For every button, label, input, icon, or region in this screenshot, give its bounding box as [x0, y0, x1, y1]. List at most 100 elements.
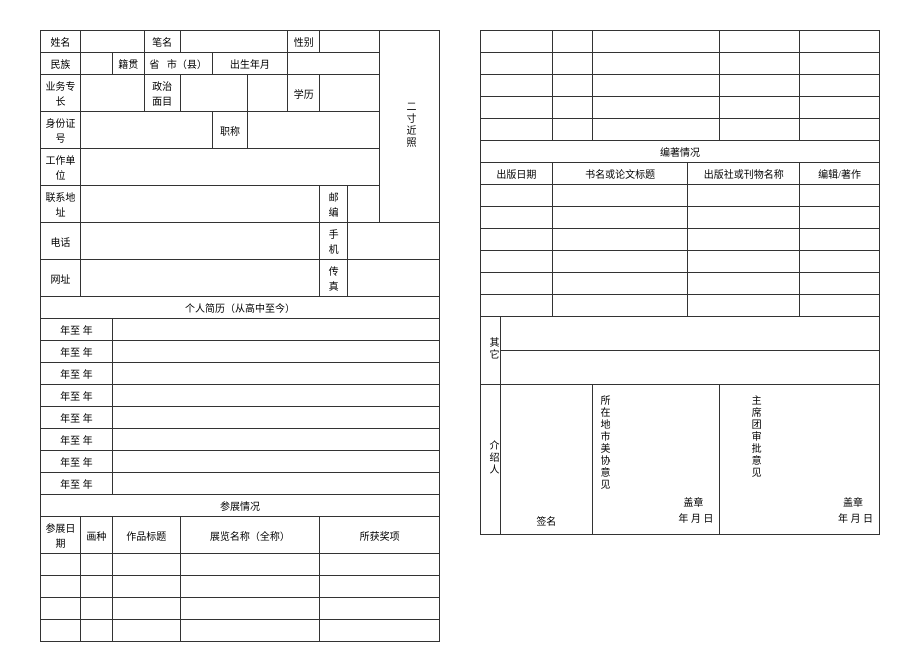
cont-cell[interactable]	[800, 75, 880, 97]
pub-cell[interactable]	[688, 273, 800, 295]
cont-cell[interactable]	[800, 53, 880, 75]
field-ethnicity[interactable]	[80, 53, 112, 75]
pub-cell[interactable]	[552, 229, 688, 251]
cont-cell[interactable]	[552, 119, 592, 141]
pub-cell[interactable]	[688, 185, 800, 207]
field-fax[interactable]	[348, 260, 440, 297]
cont-cell[interactable]	[592, 31, 720, 53]
exhibit-cell[interactable]	[80, 576, 112, 598]
resume-year[interactable]: 年至 年	[41, 363, 113, 385]
pub-cell[interactable]	[688, 251, 800, 273]
resume-year[interactable]: 年至 年	[41, 407, 113, 429]
field-birth[interactable]	[288, 53, 380, 75]
exhibit-cell[interactable]	[112, 598, 180, 620]
pub-cell[interactable]	[688, 229, 800, 251]
resume-detail[interactable]	[112, 319, 439, 341]
exhibit-cell[interactable]	[320, 554, 440, 576]
resume-year[interactable]: 年至 年	[41, 473, 113, 495]
pub-cell[interactable]	[552, 185, 688, 207]
field-zip[interactable]	[348, 186, 380, 223]
cont-cell[interactable]	[481, 119, 553, 141]
exhibit-cell[interactable]	[320, 620, 440, 642]
pub-cell[interactable]	[481, 273, 553, 295]
resume-year[interactable]: 年至 年	[41, 429, 113, 451]
pub-cell[interactable]	[688, 295, 800, 317]
field-political[interactable]	[180, 75, 248, 112]
pub-cell[interactable]	[481, 229, 553, 251]
resume-detail[interactable]	[112, 363, 439, 385]
pub-cell[interactable]	[552, 251, 688, 273]
cont-cell[interactable]	[800, 31, 880, 53]
cont-cell[interactable]	[552, 75, 592, 97]
cont-cell[interactable]	[800, 97, 880, 119]
other-row[interactable]	[500, 317, 879, 351]
exhibit-cell[interactable]	[320, 598, 440, 620]
exhibit-cell[interactable]	[180, 620, 320, 642]
cont-cell[interactable]	[592, 119, 720, 141]
exhibit-cell[interactable]	[80, 554, 112, 576]
field-phone[interactable]	[80, 223, 319, 260]
field-title[interactable]	[248, 112, 380, 149]
exhibit-cell[interactable]	[41, 598, 81, 620]
field-introducer-signature[interactable]: 签名	[500, 385, 592, 535]
resume-detail[interactable]	[112, 451, 439, 473]
exhibit-cell[interactable]	[112, 576, 180, 598]
pub-cell[interactable]	[552, 273, 688, 295]
exhibit-cell[interactable]	[41, 554, 81, 576]
field-workunit[interactable]	[80, 149, 379, 186]
cont-cell[interactable]	[720, 53, 800, 75]
pub-cell[interactable]	[800, 207, 880, 229]
pub-cell[interactable]	[481, 251, 553, 273]
resume-detail[interactable]	[112, 385, 439, 407]
cont-cell[interactable]	[481, 75, 553, 97]
cont-cell[interactable]	[592, 53, 720, 75]
exhibit-cell[interactable]	[112, 554, 180, 576]
exhibit-cell[interactable]	[180, 576, 320, 598]
pub-cell[interactable]	[481, 295, 553, 317]
exhibit-cell[interactable]	[41, 576, 81, 598]
field-idno[interactable]	[80, 112, 212, 149]
pub-cell[interactable]	[800, 295, 880, 317]
pub-cell[interactable]	[800, 185, 880, 207]
cont-cell[interactable]	[552, 53, 592, 75]
exhibit-cell[interactable]	[180, 554, 320, 576]
pub-cell[interactable]	[800, 273, 880, 295]
exhibit-cell[interactable]	[80, 598, 112, 620]
pub-cell[interactable]	[800, 229, 880, 251]
resume-year[interactable]: 年至 年	[41, 341, 113, 363]
cont-cell[interactable]	[720, 31, 800, 53]
cont-cell[interactable]	[720, 97, 800, 119]
resume-year[interactable]: 年至 年	[41, 385, 113, 407]
field-url[interactable]	[80, 260, 319, 297]
resume-year[interactable]: 年至 年	[41, 319, 113, 341]
field-chair-opinion[interactable]: 主席团审批意见 盖章 年 月 日	[720, 385, 880, 535]
cont-cell[interactable]	[481, 31, 553, 53]
exhibit-cell[interactable]	[112, 620, 180, 642]
cont-cell[interactable]	[592, 97, 720, 119]
field-penname[interactable]	[180, 31, 288, 53]
cont-cell[interactable]	[800, 119, 880, 141]
field-blank1[interactable]	[248, 75, 288, 112]
cont-cell[interactable]	[592, 75, 720, 97]
exhibit-cell[interactable]	[41, 620, 81, 642]
field-mobile[interactable]	[348, 223, 440, 260]
resume-detail[interactable]	[112, 429, 439, 451]
pub-cell[interactable]	[552, 207, 688, 229]
field-education[interactable]	[320, 75, 380, 112]
exhibit-cell[interactable]	[320, 576, 440, 598]
exhibit-cell[interactable]	[180, 598, 320, 620]
pub-cell[interactable]	[800, 251, 880, 273]
resume-detail[interactable]	[112, 341, 439, 363]
field-name[interactable]	[80, 31, 144, 53]
exhibit-cell[interactable]	[80, 620, 112, 642]
cont-cell[interactable]	[481, 97, 553, 119]
cont-cell[interactable]	[720, 119, 800, 141]
pub-cell[interactable]	[481, 207, 553, 229]
resume-detail[interactable]	[112, 473, 439, 495]
field-gender[interactable]	[320, 31, 380, 53]
field-specialty[interactable]	[80, 75, 144, 112]
pub-cell[interactable]	[552, 295, 688, 317]
resume-year[interactable]: 年至 年	[41, 451, 113, 473]
pub-cell[interactable]	[688, 207, 800, 229]
resume-detail[interactable]	[112, 407, 439, 429]
